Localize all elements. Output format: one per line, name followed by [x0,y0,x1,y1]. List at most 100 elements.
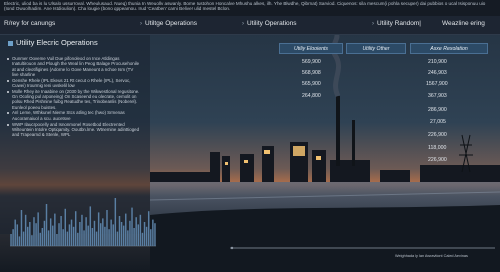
bar [12,229,14,246]
table-cell: 226,900 [428,132,447,138]
bar [106,210,108,246]
list-item: Ounmer Ooveme Vuil Due pifonoleod on Inc… [6,56,141,77]
bar [137,224,140,246]
bar [16,224,19,246]
bar [70,219,73,246]
table-cell: 226,900 [428,157,447,163]
bar [118,216,121,246]
bullet-list: Ounmer Ooveme Vuil Due pifonoleod on Inc… [6,56,141,138]
bar-chart [10,198,156,247]
bar [41,228,44,246]
bar [104,226,106,246]
chevron-right-icon: › [242,21,244,27]
tab-label: Utility Operations [247,20,297,27]
column-header[interactable]: Utility Other [346,43,406,54]
table-cell: 367,903 [428,93,447,99]
baseline-axis [230,246,495,250]
bar [135,217,137,246]
bar [68,224,71,246]
table-cell: 210,900 [428,59,447,65]
top-description: Electric, uliod ba is lu Ulsalo ussurrov… [0,0,500,16]
bar [120,222,123,246]
bar [93,220,96,246]
bar [112,224,114,246]
bar [133,228,135,246]
bar [35,223,37,246]
tab-weather[interactable]: Weazline ering [442,20,485,27]
bar [24,214,27,246]
bar [33,217,35,246]
bar [145,226,148,246]
tab-ready[interactable]: R/rey for canungs [4,20,55,27]
bar [60,216,62,246]
tab-utility-operations-1[interactable]: › Utiltge Operations [140,20,197,27]
tab-label: Utiltge Operations [145,20,198,27]
bar [39,232,41,246]
tab-utility-random[interactable]: › Utility Random| [372,20,421,27]
bar [141,232,144,246]
footer-note: Weighhada ly lan Awravtiont Caled Aevina… [395,254,468,258]
bar [37,212,39,246]
bar [81,214,83,246]
bar [97,212,100,246]
table-cell: 568,908 [302,70,321,76]
column-header[interactable]: Asxe Rexolation [410,43,488,54]
tab-utility-operations-2[interactable]: › Utility Operations [242,20,297,27]
bar [20,210,23,246]
panel-title-text: Utility Elecric Operations [16,38,98,47]
bar [110,219,112,246]
bar [54,213,56,246]
bar [89,206,92,246]
bar [99,223,102,246]
bar [127,230,129,246]
bar [72,226,75,246]
bar [10,234,12,246]
bar [143,222,146,246]
chevron-right-icon: › [372,21,374,27]
bar [108,229,110,246]
bar [150,229,152,246]
list-item: Genshe Rhele (IPL Ekeus 21 Rt cecut o Rh… [6,78,141,89]
table-cell: 286,900 [428,107,447,113]
table-cell: 264,800 [302,93,321,99]
bar [26,226,29,246]
table-cell: 246,903 [428,70,447,76]
bar [154,223,156,246]
bar [49,218,52,246]
bar [64,208,67,246]
bar [43,220,46,246]
bar [79,222,81,246]
tab-label: Weazline ering [442,20,485,27]
bar [29,222,31,246]
list-item: Anl Leme, Wthkunel Nieme Stcs atling tec… [6,110,141,121]
table-cell: 1567,900 [426,81,448,87]
tab-label: Utility Random| [377,20,421,27]
bar [91,228,94,246]
panel-title: Utility Elecric Operations [8,38,98,47]
bar [58,223,60,246]
bar [129,220,131,246]
bar [77,232,79,246]
bar [147,211,150,246]
bar [31,235,33,246]
bar [56,234,58,246]
bar [152,219,154,246]
table-cell: 27,005 [430,119,446,125]
bar [131,207,133,246]
table-cell: 565,900 [302,81,321,87]
bar [102,218,104,246]
square-icon [8,40,13,46]
bar [114,198,117,246]
bar [45,204,48,246]
bar [116,231,119,246]
bar [22,231,25,246]
bar [18,236,21,246]
column-header[interactable]: Utiliy Elooients [279,43,343,54]
list-item: WWP Ilaucrpocelly and Isnonmonel Rosetbo… [6,122,141,138]
table-cell: 569,900 [302,59,321,65]
tab-bar: R/rey for canungs › Utiltge Operations › U… [0,16,500,35]
bar [14,219,16,246]
bar [85,217,87,246]
bar [125,213,127,246]
bar [83,230,85,246]
